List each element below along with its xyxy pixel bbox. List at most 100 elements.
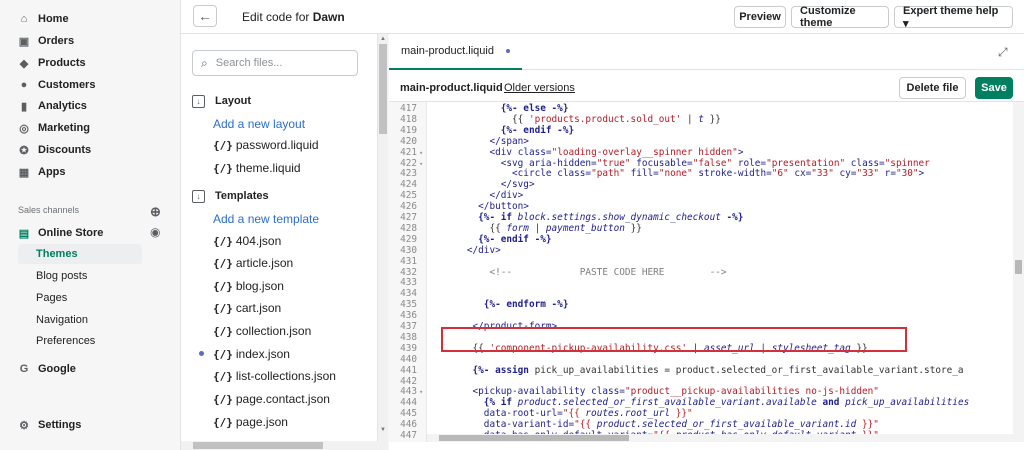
file-label: page.json <box>235 415 288 429</box>
scrollbar-thumb[interactable] <box>379 44 387 134</box>
search-files-input[interactable] <box>215 57 346 69</box>
nav-label: Customers <box>38 79 96 91</box>
file-blog-json[interactable]: {/} blog.json <box>213 277 284 295</box>
nav-orders[interactable]: ▣ Orders <box>18 31 74 51</box>
nav-label: Marketing <box>38 122 90 134</box>
older-versions-link[interactable]: Older versions <box>504 82 575 94</box>
code-line[interactable]: 432 <!-- PASTE CODE HERE --> <box>389 266 1013 279</box>
code-line[interactable]: 435 {%- endform -%} <box>389 299 1013 311</box>
file-label: cart.json <box>235 301 282 315</box>
nav-home[interactable]: ⌂ Home <box>18 9 69 29</box>
scrollbar-thumb[interactable] <box>193 442 323 449</box>
fold-arrow-icon[interactable]: ▾ <box>419 387 423 398</box>
preview-button[interactable]: Preview <box>734 6 786 28</box>
add-channel-plus-icon[interactable]: ⊕ <box>150 204 161 220</box>
target-icon: ◎ <box>19 122 29 135</box>
nav-google[interactable]: G Google <box>18 359 76 379</box>
nav-discounts[interactable]: ✪ Discounts <box>18 140 91 160</box>
file-label: blog.json <box>235 279 284 293</box>
file-label: theme.liquid <box>235 161 301 175</box>
file-tree-scrollbar[interactable]: ▲ ▼ <box>378 34 388 450</box>
code-line[interactable]: 441 {%- assign pick_up_availabilities = … <box>389 365 1013 377</box>
nav-apps[interactable]: ▦ Apps <box>18 162 66 182</box>
folder-layout[interactable]: ↓ Layout <box>192 92 251 110</box>
nav-themes[interactable]: Themes <box>18 244 142 264</box>
tab-label: main-product.liquid <box>401 45 494 57</box>
nav-online-store[interactable]: ▤ Online Store <box>18 223 104 243</box>
paste-code-highlight <box>441 327 907 352</box>
nav-customers[interactable]: ● Customers <box>18 75 96 95</box>
fold-arrow-icon[interactable]: ▾ <box>419 148 423 159</box>
nav-products[interactable]: ◆ Products <box>18 53 86 73</box>
nav-label: Settings <box>38 419 82 431</box>
scroll-down-icon[interactable]: ▼ <box>380 427 386 433</box>
save-button[interactable]: Save <box>975 77 1013 99</box>
line-number: 429 <box>400 233 417 245</box>
code-file-icon: {/} <box>213 161 233 175</box>
scrollbar-thumb[interactable] <box>1015 260 1022 274</box>
nav-marketing[interactable]: ◎ Marketing <box>18 118 90 138</box>
orders-icon: ▣ <box>18 35 30 48</box>
nav-label: Orders <box>38 35 75 47</box>
file-cart-json[interactable]: {/} cart.json <box>213 299 281 317</box>
line-number: 440 <box>400 353 417 365</box>
file-page-json[interactable]: {/} page.json <box>213 413 288 431</box>
scroll-up-icon[interactable]: ▲ <box>380 36 386 42</box>
file-collection-json[interactable]: {/} collection.json <box>213 322 311 340</box>
nav-settings[interactable]: ⚙ Settings <box>18 415 81 435</box>
folder-label: Templates <box>215 190 269 202</box>
unsaved-dot <box>505 49 510 53</box>
code-editor: main-product.liquid ⤢ main-product.liqui… <box>389 34 1024 450</box>
delete-file-button[interactable]: Delete file <box>899 77 966 99</box>
nav-analytics[interactable]: ▮ Analytics <box>18 96 87 116</box>
line-number: 431 <box>400 255 417 267</box>
folder-label: Layout <box>215 95 252 107</box>
search-box[interactable]: ⌕ <box>192 50 358 76</box>
line-number: 420 <box>400 135 417 147</box>
file-tree-hscrollbar[interactable] <box>181 441 378 450</box>
scrollbar-thumb[interactable] <box>439 435 629 441</box>
expert-help-button[interactable]: Expert theme help ▾ <box>894 5 1013 30</box>
page-title: Edit code for Dawn <box>242 10 345 24</box>
nav-preferences[interactable]: Preferences <box>36 331 95 351</box>
file-article-json[interactable]: {/} article.json <box>213 254 293 272</box>
line-number: 421 <box>400 146 417 158</box>
file-index-json[interactable]: {/} index.json <box>213 345 290 363</box>
file-label: password.liquid <box>235 138 319 152</box>
back-button[interactable]: ← <box>193 5 217 27</box>
current-file-name: main-product.liquid <box>400 82 503 94</box>
file-list-collections-json[interactable]: {/} list-collections.json <box>213 367 336 385</box>
code-text: <!-- PASTE CODE HERE --> <box>433 266 727 278</box>
code-hscrollbar[interactable] <box>427 434 1013 442</box>
nav-blog-posts[interactable]: Blog posts <box>36 266 87 286</box>
line-number: 419 <box>400 124 417 136</box>
file-label: page.contact.json <box>235 392 330 406</box>
expand-icon[interactable]: ⤢ <box>998 45 1012 59</box>
code-file-icon: {/} <box>213 324 233 338</box>
code-area[interactable]: 417 {%- else -%} 418 {{ 'products.product… <box>389 102 1013 442</box>
code-vscrollbar[interactable] <box>1013 102 1024 442</box>
fold-arrow-icon[interactable]: ▾ <box>419 159 423 170</box>
code-line[interactable]: 430 </div> <box>389 244 1013 257</box>
add-template-link[interactable]: Add a new template <box>213 212 319 226</box>
code-file-icon: {/} <box>213 347 233 361</box>
nav-pages[interactable]: Pages <box>36 288 67 308</box>
file-label: article.json <box>235 256 294 270</box>
folder-templates[interactable]: ↓ Templates <box>192 187 269 205</box>
top-bar: ← Edit code for Dawn Preview Customize t… <box>181 0 1024 34</box>
tab-main-product-liquid[interactable]: main-product.liquid <box>389 34 522 70</box>
code-line[interactable]: 433 <box>389 278 1013 289</box>
google-icon: G <box>19 363 29 375</box>
add-layout-link[interactable]: Add a new layout <box>213 117 305 131</box>
file-page-contact-json[interactable]: {/} page.contact.json <box>213 390 330 408</box>
file-theme-liquid[interactable]: {/} theme.liquid <box>213 159 301 177</box>
file-404-json[interactable]: {/} 404.json <box>213 232 281 250</box>
nav-navigation[interactable]: Navigation <box>36 310 88 330</box>
customize-theme-button[interactable]: Customize theme <box>791 5 889 29</box>
code-text: </div> <box>433 244 501 256</box>
file-label: list-collections.json <box>235 369 336 383</box>
eye-icon[interactable]: ◉ <box>150 225 160 239</box>
title-prefix: Edit code for <box>242 10 310 24</box>
code-text: {%- endform -%} <box>433 299 569 311</box>
file-password-liquid[interactable]: {/} password.liquid <box>213 136 319 154</box>
